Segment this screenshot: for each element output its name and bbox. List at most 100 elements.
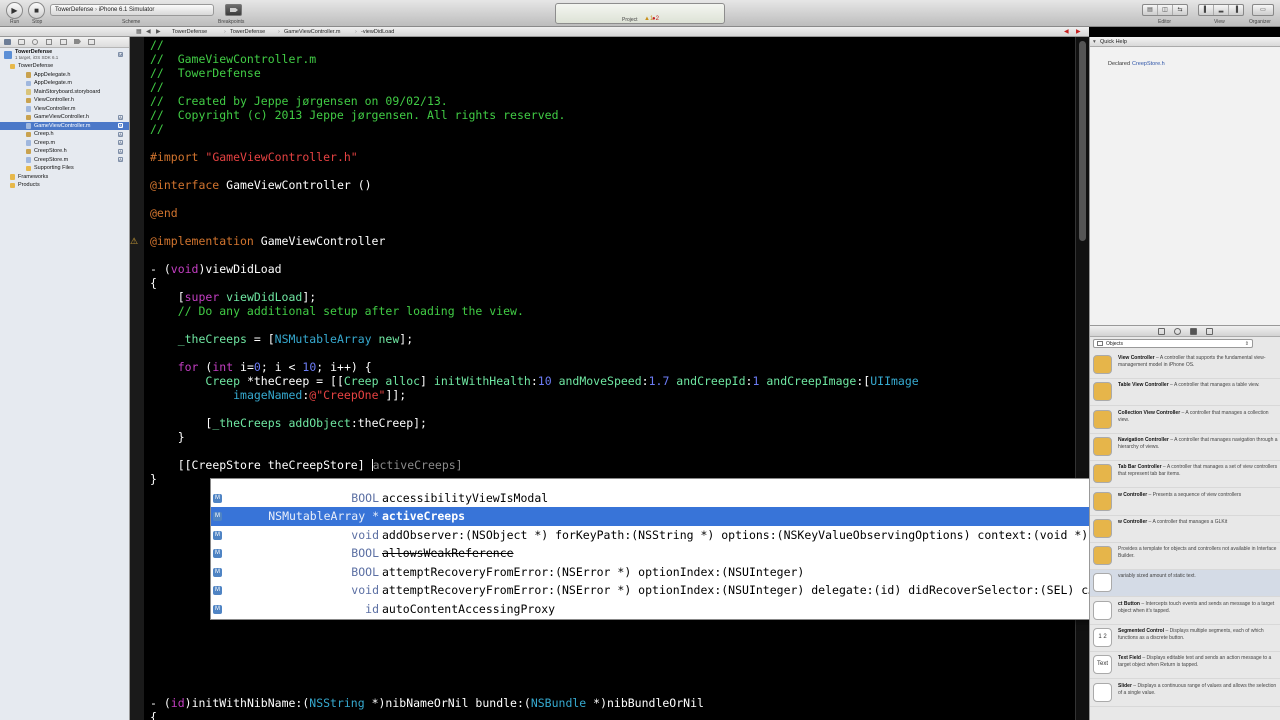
- completion-item[interactable]: Mvoid addObserver:(NSObject *) forKeyPath…: [211, 526, 1141, 545]
- breakpoint-nav-icon[interactable]: [74, 39, 81, 44]
- navigator-toggle-icon[interactable]: ▌: [1199, 5, 1214, 15]
- chevron-right-icon: ›: [355, 29, 357, 35]
- breadcrumb-method[interactable]: -viewDidLoad: [361, 27, 394, 37]
- editor-mode-segment[interactable]: ▤ ◫ ⇆: [1142, 4, 1188, 16]
- stop-label: Stop: [32, 19, 43, 25]
- related-items-icon[interactable]: ▦: [136, 27, 142, 37]
- breadcrumb-project[interactable]: TowerDefense: [172, 27, 207, 37]
- navigator-item[interactable]: AppDelegate.h: [0, 71, 129, 80]
- completion-signature: autorelease: [382, 618, 458, 619]
- completion-item[interactable]: M BOOL allowsWeakReference: [211, 544, 1141, 563]
- navigator-item[interactable]: Frameworks: [0, 173, 129, 182]
- object-library-item[interactable]: Slider – Displays a continuous range of …: [1090, 680, 1280, 707]
- navigator-item[interactable]: Creep.h A: [0, 130, 129, 139]
- library-filter-select[interactable]: Objects ⇕: [1093, 339, 1253, 348]
- breakpoints-button[interactable]: [225, 4, 242, 16]
- navigator-item[interactable]: Supporting Files: [0, 164, 129, 173]
- debug-icon[interactable]: [60, 39, 67, 45]
- object-library-item[interactable]: Collection View Controller – A controlle…: [1090, 407, 1280, 434]
- utility-toggle-icon[interactable]: ▐: [1229, 5, 1243, 15]
- run-button[interactable]: ▶: [6, 2, 23, 19]
- object-title: View Controller: [1118, 355, 1155, 361]
- completion-item[interactable]: M NSMutableArray * activeCreeps: [211, 507, 1141, 526]
- issue-next-icon[interactable]: ▶: [1076, 27, 1081, 37]
- object-description: Text Field – Displays editable text and …: [1118, 655, 1278, 669]
- navigator-item[interactable]: GameViewController.h A: [0, 113, 129, 122]
- log-icon[interactable]: [88, 39, 95, 45]
- declared-label: Declared: [1108, 61, 1131, 67]
- version-editor-icon[interactable]: ⇆: [1173, 5, 1187, 15]
- navigator-item[interactable]: ViewController.h: [0, 96, 129, 105]
- file-template-icon[interactable]: [1158, 328, 1165, 335]
- code-completion-popup[interactable]: M BOOL accessibilityViewIsModal M NSMutableA…: [210, 478, 1142, 620]
- symbol-icon[interactable]: [18, 39, 25, 45]
- breadcrumb-file[interactable]: GameViewController.m: [284, 27, 340, 37]
- navigator-item[interactable]: Products: [0, 181, 129, 190]
- completion-return-type: id: [365, 601, 379, 616]
- object-library-item[interactable]: ct Button – Intercepts touch events and …: [1090, 598, 1280, 625]
- scheme-selector[interactable]: TowerDefense › iPhone 6.1 Simulator: [50, 4, 214, 16]
- error-icon[interactable]: ●2: [652, 16, 659, 22]
- forward-icon[interactable]: ▶: [156, 27, 161, 37]
- back-icon[interactable]: ◀: [146, 27, 151, 37]
- organizer-button[interactable]: ▭: [1252, 4, 1274, 16]
- play-icon: ▶: [11, 6, 18, 15]
- navigator-item[interactable]: CreepStore.h A: [0, 147, 129, 156]
- navigator-item[interactable]: MainStoryboard.storyboard: [0, 88, 129, 97]
- issue-icon[interactable]: [46, 39, 52, 45]
- navigator-item[interactable]: CreepStore.m A: [0, 156, 129, 165]
- object-desc-text: Provides a template for objects and cont…: [1118, 546, 1277, 560]
- project-root[interactable]: TowerDefense 1 target, iOS SDK 6.1 M: [0, 48, 129, 62]
- object-library-item[interactable]: variably sized amount of static text.: [1090, 570, 1280, 598]
- navigator-item[interactable]: TowerDefense: [0, 62, 129, 71]
- stop-button[interactable]: ■: [28, 2, 45, 19]
- search-icon[interactable]: [32, 39, 38, 45]
- debug-toggle-icon[interactable]: ▂: [1214, 5, 1229, 15]
- object-library-item[interactable]: View Controller – A controller that supp…: [1090, 352, 1280, 379]
- code-line: imageNamed:@"CreepOne"]];: [233, 388, 407, 402]
- scm-status-badge: A: [118, 114, 123, 120]
- editor-gutter[interactable]: [130, 37, 144, 720]
- object-library-item[interactable]: Navigation Controller – A controller tha…: [1090, 434, 1280, 461]
- warning-icon[interactable]: ⚠: [130, 236, 143, 246]
- object-desc-text: – A controller that manages a table view…: [1168, 382, 1260, 389]
- navigator-item[interactable]: GameViewController.m A: [0, 121, 129, 130]
- object-library-item[interactable]: Provides a template for objects and cont…: [1090, 543, 1280, 571]
- view-segment[interactable]: ▌ ▂ ▐: [1198, 4, 1244, 16]
- assistant-editor-icon[interactable]: ◫: [1158, 5, 1173, 15]
- object-library-item[interactable]: w Controller – Presents a sequence of vi…: [1090, 489, 1280, 516]
- code-line: - (id)initWithNibName:(NSString *)nibNam…: [150, 696, 704, 710]
- declared-link[interactable]: CreepStore.h: [1132, 61, 1165, 67]
- navigator-item[interactable]: AppDelegate.m: [0, 79, 129, 88]
- object-library-item[interactable]: Text Text Field – Displays editable text …: [1090, 652, 1280, 680]
- breadcrumb-group[interactable]: TowerDefense: [230, 27, 265, 37]
- object-title: Table View Controller: [1118, 382, 1169, 389]
- object-library-item[interactable]: 1 2 Segmented Control – Displays multiple…: [1090, 625, 1280, 652]
- method-icon: M: [213, 549, 222, 558]
- object-library-item[interactable]: w Controller – A controller that manages…: [1090, 516, 1280, 543]
- navigator-item[interactable]: ViewController.m: [0, 105, 129, 114]
- quick-help-header[interactable]: ▾ Quick Help: [1090, 37, 1280, 47]
- navigator-item[interactable]: Creep.m A: [0, 139, 129, 148]
- scheme-device: iPhone 6.1 Simulator: [98, 7, 155, 13]
- completion-item[interactable]: M BOOL attemptRecoveryFromError:(NSError *…: [211, 563, 1141, 582]
- object-library-icon[interactable]: [1190, 328, 1197, 335]
- scroll-thumb[interactable]: [1079, 41, 1086, 241]
- quick-help-title: Quick Help: [1100, 39, 1127, 45]
- issue-prev-icon[interactable]: ◀: [1064, 27, 1069, 37]
- method-icon: M: [213, 604, 222, 614]
- activity-project: Project: [622, 17, 638, 23]
- toolbar: ▶ Run ■ Stop TowerDefense › iPhone 6.1 S…: [0, 0, 1280, 27]
- object-library-item[interactable]: Table View Controller – A controller tha…: [1090, 379, 1280, 407]
- code-snippet-icon[interactable]: [1174, 328, 1181, 335]
- completion-item[interactable]: Midautorelease: [211, 618, 1141, 619]
- standard-editor-icon[interactable]: ▤: [1143, 5, 1158, 15]
- completion-item[interactable]: Mvoid attemptRecoveryFromError:(NSError *…: [211, 581, 1141, 600]
- folder-icon[interactable]: [4, 39, 11, 45]
- media-library-icon[interactable]: [1206, 328, 1213, 335]
- object-icon: [1093, 409, 1112, 429]
- object-library-item[interactable]: Tab Bar Controller – A controller that m…: [1090, 461, 1280, 489]
- code-line: }: [150, 472, 157, 486]
- completion-item[interactable]: Mid autoContentAccessingProxy: [211, 600, 1141, 619]
- completion-item[interactable]: M BOOL accessibilityViewIsModal: [211, 489, 1141, 508]
